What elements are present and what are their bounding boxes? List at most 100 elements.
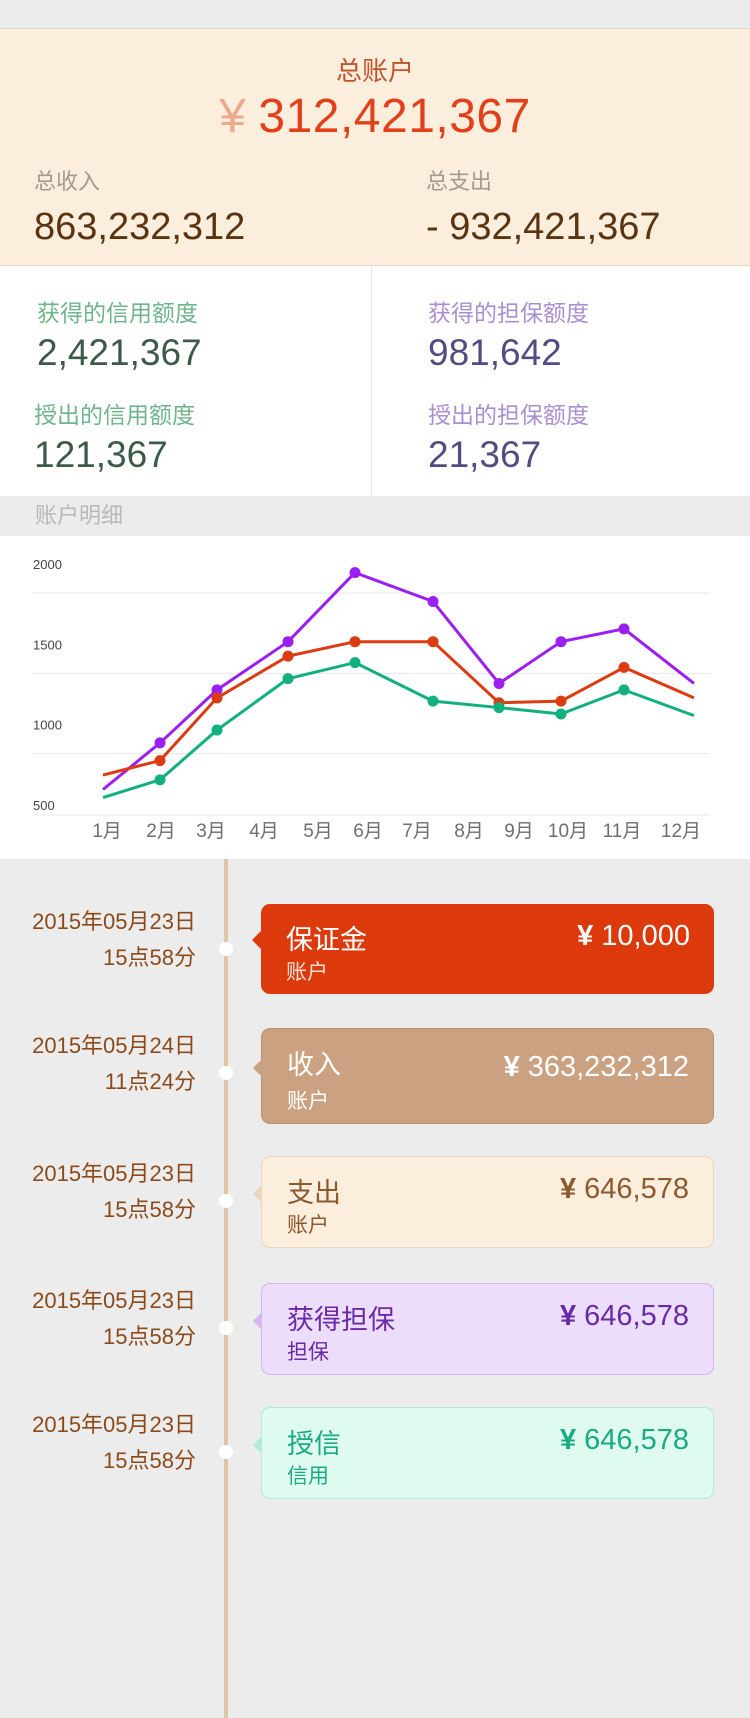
total-account-title: 总账户 [335, 56, 414, 86]
data-point [349, 657, 361, 669]
data-point [555, 708, 567, 720]
credit-panel: 获得的信用额度 2,421,367 授出的信用额度 121,367 获得的担保额… [0, 266, 750, 496]
data-point [618, 684, 630, 696]
card-currency: ¥ [577, 920, 594, 952]
card-currency: ¥ [560, 1173, 577, 1205]
entry-date: 2015年05月23日 15点58分 [0, 1283, 196, 1355]
card-subtitle: 账户 [287, 1214, 329, 1237]
deposit-card[interactable]: 保证金 账户 ¥10,000 [252, 904, 714, 994]
entry-date: 2015年05月24日 11点24分 [0, 1028, 196, 1100]
y-tick-label: 1000 [33, 718, 62, 733]
expense-label: 总支出 [426, 169, 493, 194]
card-subtitle: 信用 [287, 1465, 329, 1488]
expense-card[interactable]: 支出 账户 ¥646,578 [253, 1156, 714, 1248]
card-subtitle: 担保 [287, 1341, 329, 1364]
received-credit-block: 获得的信用额度 2,421,367 [37, 294, 202, 374]
data-point [282, 673, 294, 685]
x-tick-label: 3月 [196, 821, 226, 842]
x-tick-label: 4月 [249, 821, 279, 842]
data-point [154, 737, 166, 749]
entry-date: 2015年05月23日 15点58分 [0, 1407, 196, 1479]
series-line [102, 571, 695, 791]
card-amount-value: 646,578 [584, 1424, 689, 1456]
card-amount: ¥646,578 [560, 1424, 689, 1457]
expense-value: - 932,421,367 [426, 206, 661, 248]
card-title: 收入 [287, 1050, 341, 1080]
entry-date: 2015年05月23日 15点58分 [0, 904, 196, 976]
granted-guarantee-label: 授出的担保额度 [428, 402, 589, 428]
x-tick-label: 10月 [548, 821, 588, 842]
y-tick-label: 2000 [33, 557, 62, 572]
guarantee-card[interactable]: 获得担保 担保 ¥646,578 [253, 1283, 714, 1375]
entry-date-time: 11点24分 [104, 1069, 196, 1094]
timeline-dot [219, 1066, 233, 1080]
granted-guarantee-value: 21,367 [428, 434, 542, 475]
entry-date-day: 2015年05月24日 [32, 1033, 196, 1058]
card-title: 支出 [287, 1178, 341, 1208]
card-amount: ¥646,578 [560, 1173, 689, 1206]
expense-block: 总支出 - 932,421,367 [426, 164, 661, 249]
account-detail-label: 账户明细 [0, 496, 750, 536]
data-point [427, 695, 439, 707]
granted-credit-value: 121,367 [34, 434, 168, 475]
card-subtitle: 账户 [286, 961, 328, 984]
x-tick-label: 5月 [303, 821, 333, 842]
data-point [154, 774, 166, 786]
timeline-dot [219, 1321, 233, 1335]
series-line [102, 661, 695, 799]
data-point [493, 702, 505, 714]
entry-date-time: 15点58分 [103, 1324, 196, 1349]
credit-card[interactable]: 授信 信用 ¥646,578 [253, 1407, 714, 1499]
x-tick-label: 12月 [661, 821, 701, 842]
line-chart-svg: 2000 1500 1000 500 1月 2月 3月 4月 5月 6月 7月 8月 9月 10月 11月 1… [33, 557, 710, 842]
timeline-line [224, 859, 228, 1718]
entry-date-time: 15点58分 [103, 945, 196, 970]
entry-date-day: 2015年05月23日 [32, 1288, 196, 1313]
card-amount: ¥10,000 [577, 920, 690, 953]
entry-date-day: 2015年05月23日 [32, 1161, 196, 1186]
received-guarantee-label: 获得的担保额度 [428, 300, 589, 326]
card-title: 获得担保 [287, 1305, 395, 1335]
y-tick-label: 500 [33, 798, 55, 813]
card-amount-value: 646,578 [584, 1173, 689, 1205]
entry-date-time: 15点58分 [103, 1448, 196, 1473]
card-amount-value: 10,000 [601, 920, 690, 952]
total-account-value: 312,421,367 [258, 90, 531, 143]
card-amount-value: 646,578 [584, 1300, 689, 1332]
card-title: 授信 [287, 1429, 341, 1459]
account-chart: 2000 1500 1000 500 1月 2月 3月 4月 5月 6月 7月 8月 9月 10月 11月 1… [0, 536, 750, 859]
data-point [427, 636, 439, 648]
data-point [555, 695, 567, 707]
data-point [618, 623, 630, 635]
card-pointer [253, 1436, 262, 1454]
data-point [493, 677, 505, 689]
series-line [102, 640, 695, 777]
timeline-dot [219, 942, 233, 956]
data-point [211, 724, 223, 736]
x-tick-label: 8月 [454, 821, 484, 842]
received-guarantee-block: 获得的担保额度 981,642 [428, 294, 589, 374]
data-point [427, 596, 439, 608]
granted-credit-block: 授出的信用额度 121,367 [34, 396, 195, 476]
card-currency: ¥ [503, 1051, 520, 1083]
entry-date-day: 2015年05月23日 [32, 909, 196, 934]
credit-divider [371, 266, 372, 496]
x-tick-label: 7月 [402, 821, 432, 842]
income-block: 总收入 863,232,312 [34, 164, 245, 249]
card-title: 保证金 [286, 925, 367, 955]
income-value: 863,232,312 [34, 206, 246, 248]
granted-guarantee-block: 授出的担保额度 21,367 [428, 396, 589, 476]
card-pointer [253, 1059, 262, 1077]
income-card[interactable]: 收入 账户 ¥363,232,312 [253, 1028, 714, 1124]
income-label: 总收入 [34, 169, 101, 194]
data-point [555, 636, 567, 648]
received-guarantee-value: 981,642 [428, 332, 562, 373]
data-point [618, 661, 630, 673]
card-amount-value: 363,232,312 [527, 1051, 689, 1083]
x-tick-label: 9月 [504, 821, 534, 842]
card-pointer [253, 1312, 262, 1330]
transaction-timeline: 2015年05月23日 15点58分 保证金 账户 ¥10,000 2015年0… [0, 859, 750, 1718]
timeline-dot [219, 1445, 233, 1459]
data-point [349, 636, 361, 648]
total-account-amount: ¥312,421,367 [0, 89, 750, 144]
